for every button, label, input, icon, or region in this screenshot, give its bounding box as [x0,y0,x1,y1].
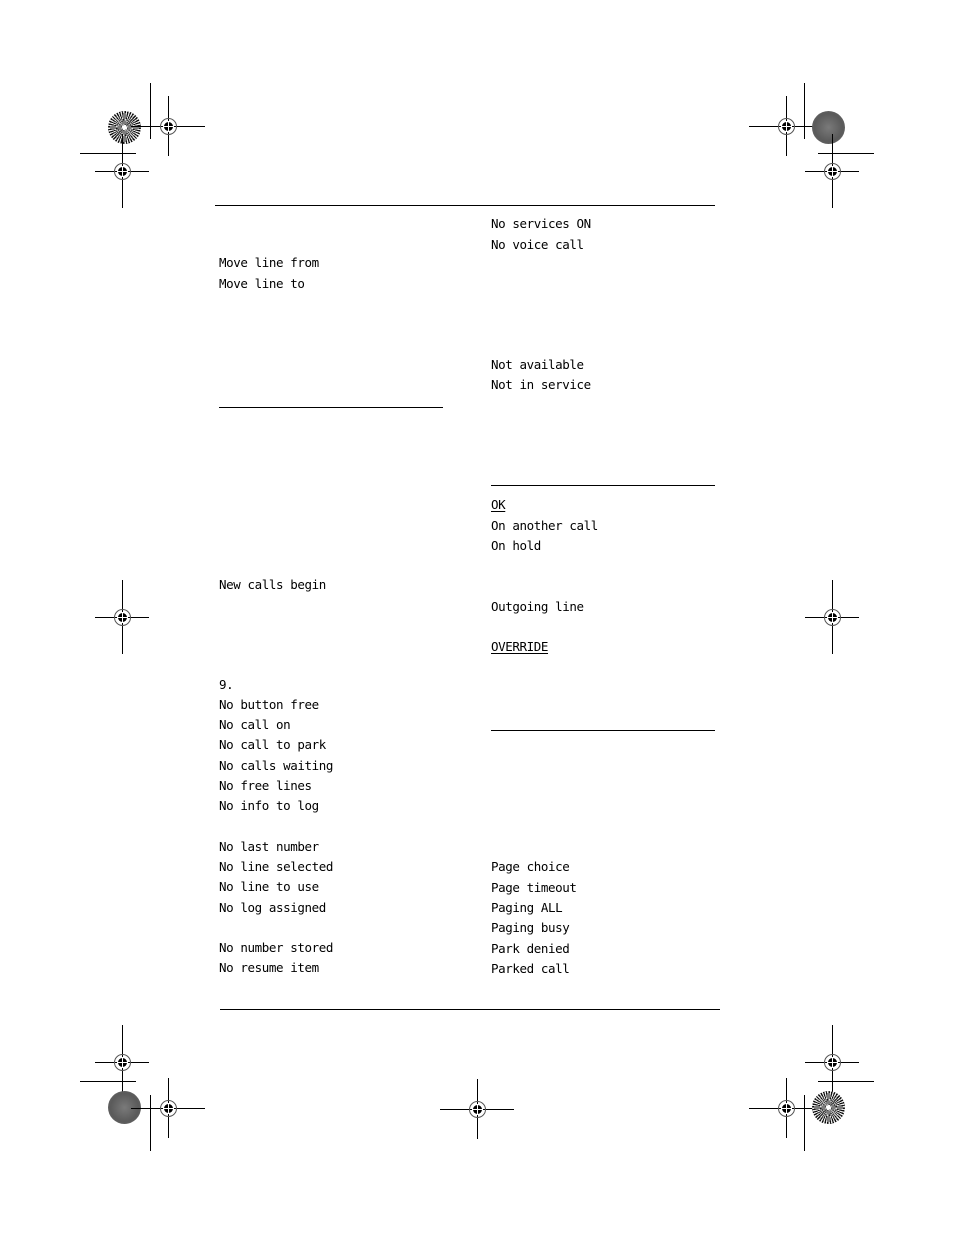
display-message: Page timeout [491,880,577,895]
display-message: New calls begin [219,577,326,592]
display-message: Move line to [219,276,305,291]
display-message: Not available [491,357,584,372]
density-target-icon [812,111,845,144]
crop-mark [150,1095,151,1151]
display-message: No resume item [219,960,319,975]
crop-mark [80,153,136,154]
softkey-ok: OK [491,497,506,512]
display-message: On hold [491,538,541,553]
display-message: No line to use [219,879,319,894]
display-message: Not in service [491,377,591,392]
display-message: No last number [219,839,319,854]
display-message: No call on [219,717,291,732]
display-message: Park denied [491,941,570,956]
crop-mark [818,153,874,154]
display-message: No button free [219,697,319,712]
display-message: No line selected [219,859,334,874]
crop-mark [804,1095,805,1151]
display-message: No services ON [491,216,591,231]
display-message: Paging ALL [491,900,563,915]
display-message: No info to log [219,798,319,813]
display-message: Outgoing line [491,599,584,614]
starburst-target-icon [812,1091,845,1124]
display-message: 9. [219,677,234,692]
display-message: No voice call [491,237,584,252]
starburst-target-icon [108,111,141,144]
display-message: No free lines [219,778,312,793]
display-message: Paging busy [491,920,570,935]
display-message: No number stored [219,940,334,955]
crop-mark [150,83,151,139]
display-message: Move line from [219,255,319,270]
display-message: No log assigned [219,900,326,915]
display-message: On another call [491,518,598,533]
softkey-override: OVERRIDE [491,639,549,654]
footer-rule [220,1009,720,1010]
crop-mark [818,1081,874,1082]
crop-mark [804,83,805,139]
section-divider-right-1 [491,485,715,486]
display-message: No calls waiting [219,758,334,773]
crop-mark [80,1081,136,1082]
display-message: Parked call [491,961,570,976]
header-rule [215,205,715,206]
section-divider-right-2 [491,730,715,731]
section-divider-left [219,407,443,408]
display-message: Page choice [491,859,570,874]
display-message: No call to park [219,737,326,752]
